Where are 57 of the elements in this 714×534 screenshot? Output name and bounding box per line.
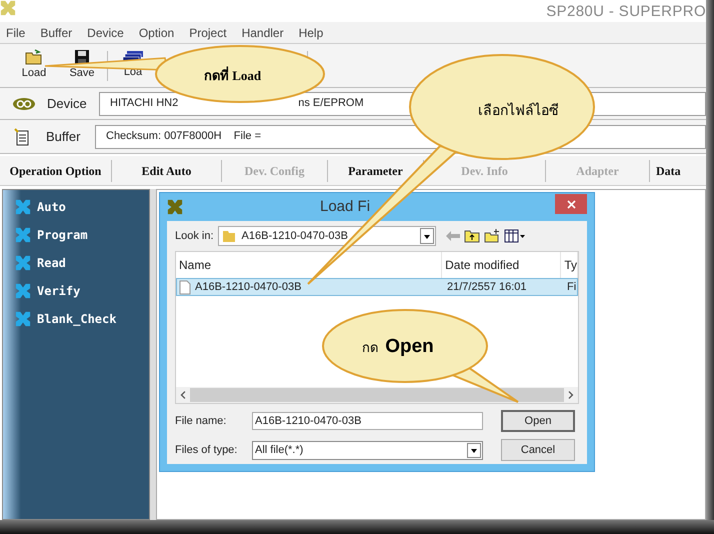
app-logo-icon (0, 0, 16, 16)
sidebar-item[interactable]: Verify (15, 282, 149, 300)
look-in-dropdown[interactable]: A16B-1210-0470-03B (218, 226, 436, 246)
menu-item[interactable]: Buffer (40, 24, 72, 42)
option-tab[interactable]: Edit Auto (142, 162, 192, 180)
scrollbar-thumb[interactable] (190, 388, 564, 402)
folder-icon (222, 229, 236, 243)
scroll-left-icon[interactable] (180, 391, 186, 399)
up-folder-icon[interactable] (464, 229, 480, 243)
view-menu-icon[interactable] (504, 229, 526, 243)
option-tab[interactable]: Data (656, 162, 681, 180)
menu-item[interactable]: File (6, 24, 26, 42)
callout-text: กดที่ Load (204, 66, 262, 85)
open-button[interactable]: Open (501, 410, 575, 432)
new-folder-icon[interactable] (484, 229, 500, 243)
dropdown-caret-icon (420, 228, 434, 244)
toolbar-button[interactable]: Load (13, 49, 55, 82)
file-name-field[interactable]: A16B-1210-0470-03B (252, 412, 483, 430)
cancel-button[interactable]: Cancel (501, 439, 575, 461)
dialog-title: Load Fi (320, 196, 370, 217)
file-icon (179, 280, 191, 294)
file-name-label: File name: (175, 414, 228, 429)
cross-icon (15, 227, 31, 243)
file-name: A16B-1210-0470-03B (195, 280, 302, 295)
close-icon (566, 200, 576, 208)
chip-icon (12, 96, 36, 110)
callout-text: กด Open (362, 335, 434, 359)
cross-icon (15, 255, 31, 271)
cross-icon (15, 283, 31, 299)
sidebar-item[interactable]: Read (15, 254, 149, 272)
file-type-label: Files of type: (175, 442, 238, 458)
menu-item[interactable]: Project (189, 24, 227, 42)
window-title: SP280U - SUPERPRO (546, 2, 706, 22)
menu-item[interactable]: Help (298, 24, 324, 42)
menu-item[interactable]: Device (87, 24, 124, 42)
option-tab[interactable]: Parameter (348, 162, 403, 180)
folder-icon (25, 49, 43, 66)
close-button[interactable] (555, 194, 587, 214)
file-row[interactable]: A16B-1210-0470-03B 21/7/2557 16:01 Fi (176, 278, 578, 296)
device-label: Device (47, 94, 88, 113)
file-type: Fi (566, 280, 576, 295)
cross-icon (15, 199, 31, 215)
menu-item[interactable]: Handler (242, 24, 284, 42)
sidebar-item[interactable]: Program (15, 226, 149, 244)
scroll-right-icon[interactable] (568, 391, 574, 399)
menu-item[interactable]: Option (138, 24, 174, 42)
sidebar-item[interactable]: Blank_Check (15, 310, 149, 328)
dialog-logo-icon (167, 199, 183, 215)
sidebar-item[interactable]: Auto (15, 198, 149, 216)
look-in-label: Look in: (175, 228, 214, 244)
buffer-label: Buffer (46, 128, 82, 146)
cross-icon (15, 311, 31, 327)
file-type-dropdown[interactable]: All file(*.*) (252, 440, 483, 460)
option-tab[interactable]: Operation Option (10, 162, 102, 180)
file-date: 21/7/2557 16:01 (446, 280, 528, 295)
document-icon (14, 128, 30, 146)
dropdown-caret-icon (467, 442, 481, 458)
